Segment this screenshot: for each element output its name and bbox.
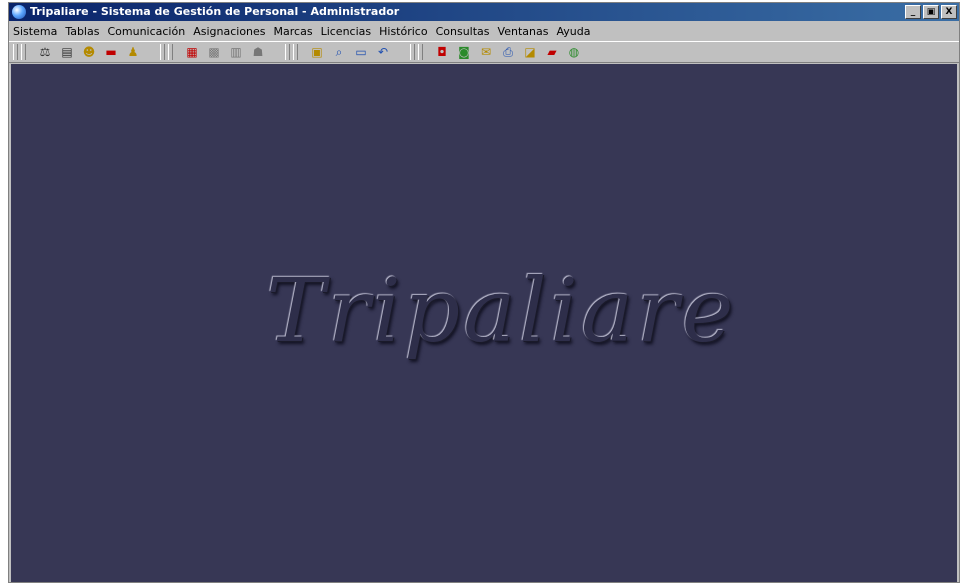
toolbar-grip[interactable]	[418, 44, 423, 60]
person-icon[interactable]: ♟	[125, 44, 141, 60]
menu-marcas[interactable]: Marcas	[270, 25, 317, 38]
mdi-workspace[interactable]: Tripaliare	[11, 64, 957, 582]
people-grey-icon[interactable]: ☗	[250, 44, 266, 60]
window-icon[interactable]: ▭	[353, 44, 369, 60]
window-title: Tripaliare - Sistema de Gestión de Perso…	[30, 5, 400, 18]
calendar-icon[interactable]: ▦	[184, 44, 200, 60]
menu-asignaciones[interactable]: Asignaciones	[189, 25, 269, 38]
minimize-button[interactable]: _	[905, 5, 921, 19]
menu-bar: Sistema Tablas Comunicación Asignaciones…	[9, 22, 959, 41]
export-icon[interactable]: ◪	[522, 44, 538, 60]
scale-icon[interactable]: ⚖	[37, 44, 53, 60]
document-icon[interactable]: ▥	[228, 44, 244, 60]
globe-icon[interactable]: ◍	[566, 44, 582, 60]
mail-icon[interactable]: ✉	[478, 44, 494, 60]
app-logo: Tripaliare	[266, 259, 737, 362]
toolbar-grip[interactable]	[13, 44, 18, 60]
menu-licencias[interactable]: Licencias	[317, 25, 376, 38]
window-controls: _ ▣ X	[905, 5, 957, 19]
print-icon[interactable]: ⎙	[500, 44, 516, 60]
grid-icon[interactable]: ▩	[206, 44, 222, 60]
toolbar-grip[interactable]	[410, 44, 415, 60]
card-icon[interactable]: ▬	[103, 44, 119, 60]
toolbar-grip[interactable]	[293, 44, 298, 60]
title-bar[interactable]: Tripaliare - Sistema de Gestión de Perso…	[9, 3, 959, 21]
close-button[interactable]: X	[941, 5, 957, 19]
undo-icon[interactable]: ↶	[375, 44, 391, 60]
toolbar-grip[interactable]	[285, 44, 290, 60]
search-icon[interactable]: ⌕	[331, 44, 347, 60]
ruler-icon[interactable]: ▤	[59, 44, 75, 60]
app-window: Tripaliare - Sistema de Gestión de Perso…	[8, 2, 960, 583]
menu-ayuda[interactable]: Ayuda	[552, 25, 594, 38]
menu-historico[interactable]: Histórico	[375, 25, 431, 38]
toolbar-grip[interactable]	[21, 44, 26, 60]
menu-ventanas[interactable]: Ventanas	[494, 25, 553, 38]
chart-icon[interactable]: ◙	[456, 44, 472, 60]
report-icon[interactable]: ◘	[434, 44, 450, 60]
toolbar-grip[interactable]	[168, 44, 173, 60]
maximize-button[interactable]: ▣	[923, 5, 939, 19]
menu-consultas[interactable]: Consultas	[432, 25, 494, 38]
toolbar-grip[interactable]	[160, 44, 165, 60]
menu-comunicacion[interactable]: Comunicación	[103, 25, 189, 38]
people-icon[interactable]: ☻	[81, 44, 97, 60]
display-icon[interactable]: ▰	[544, 44, 560, 60]
folder-icon[interactable]: ▣	[309, 44, 325, 60]
menu-sistema[interactable]: Sistema	[9, 25, 61, 38]
menu-tablas[interactable]: Tablas	[61, 25, 103, 38]
toolbar: ⚖ ▤ ☻ ▬ ♟ ▦ ▩ ▥ ☗ ▣ ⌕ ▭ ↶ ◘ ◙ ✉ ⎙ ◪ ▰ ◍	[9, 41, 959, 63]
app-globe-icon[interactable]	[12, 5, 26, 19]
